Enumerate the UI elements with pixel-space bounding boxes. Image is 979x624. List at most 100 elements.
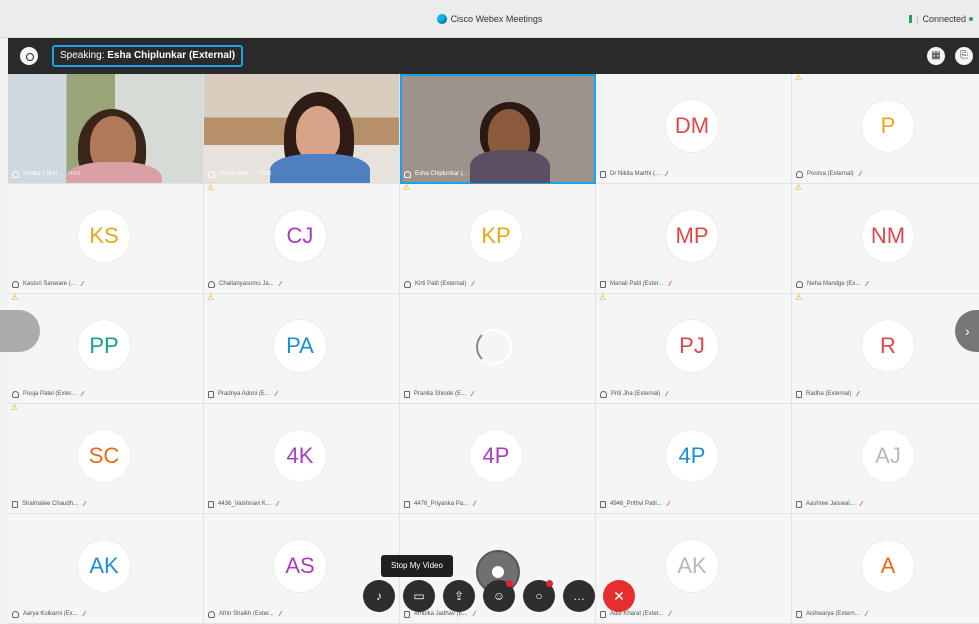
participant-name: Radha (External) (806, 391, 852, 397)
participant-name-line: Radha (External) ⁄ (796, 389, 859, 399)
participant-name: Poorva (External) (807, 171, 854, 177)
muted-mic-icon: ⁄ (279, 610, 281, 618)
window-title: Cisco Webex Meetings (0, 14, 979, 24)
participant-name-line: Manali Patil (Exter... ⁄ (600, 279, 671, 289)
muted-mic-icon: ⁄ (472, 390, 474, 398)
muted-mic-icon: ⁄ (857, 390, 859, 398)
participant-tile[interactable]: 4P 4946_Prithvi Patil... ⁄ (596, 404, 792, 514)
participant-name: Manali Patil (Exter... (610, 281, 664, 287)
participant-name: Kirti Patil (External) (415, 281, 467, 287)
participant-tile[interactable]: A Aishwarya (Extern... ⁄ (792, 514, 979, 624)
connection-status[interactable]: | Connected (909, 14, 973, 24)
participant-name-line: 4436_Vaishnavi K... ⁄ (208, 499, 278, 509)
participant-name: Priti Jha (External) (611, 391, 661, 397)
participant-tile[interactable]: DM Dr Nikita Marthi (... ⁄ (596, 74, 792, 184)
device-icon (404, 390, 410, 398)
participant-avatar: P (862, 100, 914, 152)
share-content-button[interactable]: ⇪ (443, 580, 475, 612)
participant-name: Shalmalee Chaudh... (22, 501, 79, 507)
headset-icon (796, 170, 803, 178)
leave-meeting-button[interactable]: ✕ (603, 580, 635, 612)
participant-name: Pooja Patel (Exter... (23, 391, 77, 397)
participant-name-line: Aarya Kulkarni (Ex... ⁄ (12, 609, 85, 619)
participant-avatar: R (862, 320, 914, 372)
participant-name-line: 4946_Prithvi Patil... ⁄ (600, 499, 669, 509)
muted-mic-icon: ⁄ (666, 170, 668, 178)
participant-name-line: Dr Nikita Marthi (... ⁄ (600, 169, 667, 179)
participant-tile[interactable]: PP ⚠ Pooja Patel (Exter... ⁄ (8, 294, 204, 404)
participant-name: Kasturi Sanware (... (23, 281, 76, 287)
muted-mic-icon: ⁄ (275, 390, 277, 398)
device-icon (208, 500, 214, 508)
participant-avatar: A (862, 540, 914, 592)
participant-tile[interactable]: KP ⚠ Kirti Patil (External) ⁄ (400, 184, 596, 294)
participant-tile[interactable]: PJ ⚠ Priti Jha (External) ⁄ (596, 294, 792, 404)
mute-button[interactable]: ♪ (363, 580, 395, 612)
headset-icon (12, 170, 19, 178)
muted-mic-icon: ⁄ (81, 280, 83, 288)
participant-tile[interactable]: KS Kasturi Sanware (... ⁄ (8, 184, 204, 294)
video-person-face (296, 106, 340, 161)
stop-video-tooltip: Stop My Video (381, 555, 453, 577)
participant-avatar: PP (78, 320, 130, 372)
participant-tile[interactable]: PA ⚠ Pradnya Adoni (E... ⁄ (204, 294, 400, 404)
window-titlebar: Cisco Webex Meetings | Connected (0, 0, 979, 38)
participant-role: Host (68, 171, 81, 177)
participant-tile[interactable]: CJ ⚠ Chaitanyasumu Ja... ⁄ (204, 184, 400, 294)
participant-name-line: Poorva (External) ⁄ (796, 169, 861, 179)
headset-icon (12, 280, 19, 288)
muted-mic-icon: ⁄ (84, 500, 86, 508)
participant-tile[interactable]: Sunita J (Ext... Host (8, 74, 204, 184)
link-button[interactable]: ⎘ (955, 47, 973, 65)
muted-mic-icon: ⁄ (279, 280, 281, 288)
more-options-button[interactable]: … (563, 580, 595, 612)
speaking-label: Speaking: (60, 50, 105, 61)
participant-tile[interactable]: 4P 4476_Priyanka Pa... ⁄ (400, 404, 596, 514)
participant-name-line: Neha Mandge (Ex... ⁄ (796, 279, 868, 289)
participant-tile[interactable]: Esha Chiplunkar (... (400, 74, 596, 184)
warning-icon: ⚠ (403, 184, 411, 192)
muted-mic-icon: ⁄ (276, 500, 279, 508)
muted-mic-icon: ⁄ (860, 500, 862, 508)
device-icon (12, 500, 18, 508)
participant-tile[interactable]: AK Aarya Kulkarni (Ex... ⁄ (8, 514, 204, 624)
muted-mic-icon: ⁄ (82, 390, 84, 398)
participant-avatar: AK (666, 540, 718, 592)
participant-tile[interactable]: MP Manali Patil (Exter... ⁄ (596, 184, 792, 294)
headset-icon (404, 280, 411, 288)
participant-avatar: SC (78, 430, 130, 482)
participant-name: Sunita J (Ext... (23, 171, 63, 177)
participant-name: 4436_Vaishnavi K... (218, 501, 271, 507)
participant-name-line: Kasturi Sanware (... ⁄ (12, 279, 83, 289)
warning-icon: ⚠ (11, 404, 19, 412)
participant-name: Neha Mandge (Ex... (807, 281, 861, 287)
participant-tile[interactable]: P ⚠ Poorva (External) ⁄ (792, 74, 979, 184)
participant-avatar: AS (274, 540, 326, 592)
signal-icon (909, 15, 913, 23)
meeting-info-button[interactable] (20, 47, 38, 65)
participant-avatar: CJ (274, 210, 326, 262)
participant-tile[interactable]: NM ⚠ Neha Mandge (Ex... ⁄ (792, 184, 979, 294)
chat-button[interactable]: ○ (523, 580, 555, 612)
participant-name: 4476_Priyanka Pa... (414, 501, 469, 507)
meeting-controls: ♪ ▭ ⇪ ☺ ○ … ✕ (363, 580, 635, 612)
participant-tile[interactable]: AJ Aashree Jaiswal... ⁄ (792, 404, 979, 514)
muted-mic-icon: ⁄ (667, 500, 669, 508)
device-icon (600, 280, 606, 288)
participant-tile[interactable]: 4K 4436_Vaishnavi K... ⁄ (204, 404, 400, 514)
participant-avatar: KS (78, 210, 130, 262)
layout-button[interactable]: ▦ (927, 47, 945, 65)
participant-tile[interactable]: Pranita Shinde (E... ⁄ (400, 294, 596, 404)
participant-tile[interactable]: R ⚠ Radha (External) ⁄ (792, 294, 979, 404)
participant-tile[interactable]: SC ⚠ Shalmalee Chaudh... ⁄ (8, 404, 204, 514)
participant-name-line: Chaitanyasumu Ja... ⁄ (208, 279, 281, 289)
muted-mic-icon: ⁄ (669, 610, 671, 618)
participants-button[interactable]: ☺ (483, 580, 515, 612)
participant-avatar: MP (666, 210, 718, 262)
previous-page-button[interactable] (0, 310, 40, 352)
participant-avatar: AK (78, 540, 130, 592)
device-icon (600, 500, 606, 508)
participant-tile[interactable]: Khanti Abh... Host (204, 74, 400, 184)
webex-logo-icon (436, 14, 447, 24)
stop-video-button[interactable]: ▭ (403, 580, 435, 612)
